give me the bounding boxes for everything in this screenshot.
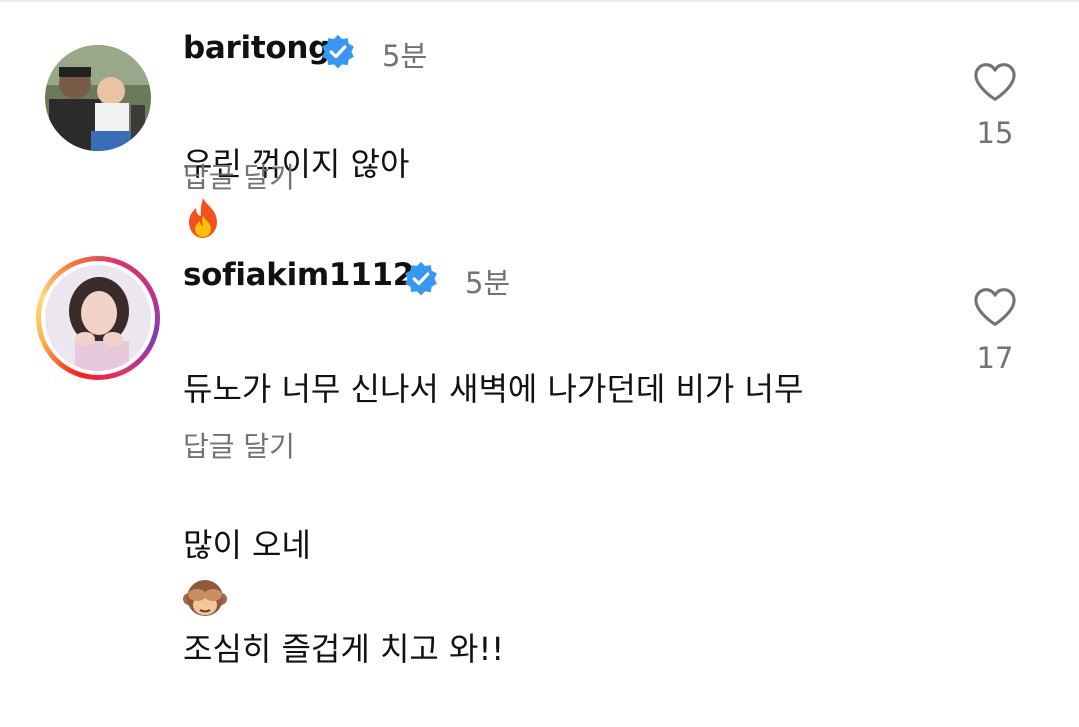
reply-button[interactable]: 답글 달기: [183, 156, 295, 196]
verified-badge-icon: [405, 261, 437, 296]
comment-text: 듀노가 너무 신나서 새벽에 나가던데 비가 너무 많이 오네 조심히 즐겁게 …: [183, 311, 923, 727]
avatar[interactable]: [45, 45, 151, 151]
see-no-evil-monkey-emoji-icon: [183, 580, 227, 616]
heart-outline-icon[interactable]: [973, 62, 1017, 102]
comment-timestamp: 5분: [382, 39, 428, 73]
avatar: [45, 265, 151, 371]
reply-button[interactable]: 답글 달기: [183, 425, 295, 465]
comment-text-line2: 많이 오네 조심히 즐겁게 치고 와!!: [183, 467, 923, 675]
top-divider: [0, 0, 1079, 2]
like-count: 17: [976, 341, 1014, 375]
comment-timestamp: 5분: [465, 266, 511, 300]
like-control[interactable]: 15: [965, 62, 1025, 150]
comment-username[interactable]: baritong: [183, 30, 330, 66]
like-control[interactable]: 17: [965, 287, 1025, 375]
heart-outline-icon[interactable]: [973, 287, 1017, 327]
comment-text-line1: 듀노가 너무 신나서 새벽에 나가던데 비가 너무: [183, 370, 804, 408]
story-ring-gap: [41, 261, 155, 375]
comment-text-line2-start: 많이 오네: [183, 526, 311, 564]
comment-text-line2-end: 조심히 즐겁게 치고 와!!: [183, 630, 505, 668]
fire-emoji-icon: [189, 198, 217, 238]
verified-badge-icon: [322, 34, 354, 69]
story-ring[interactable]: [36, 256, 160, 380]
comment-username[interactable]: sofiakim1112: [183, 257, 414, 293]
like-count: 15: [976, 116, 1014, 150]
